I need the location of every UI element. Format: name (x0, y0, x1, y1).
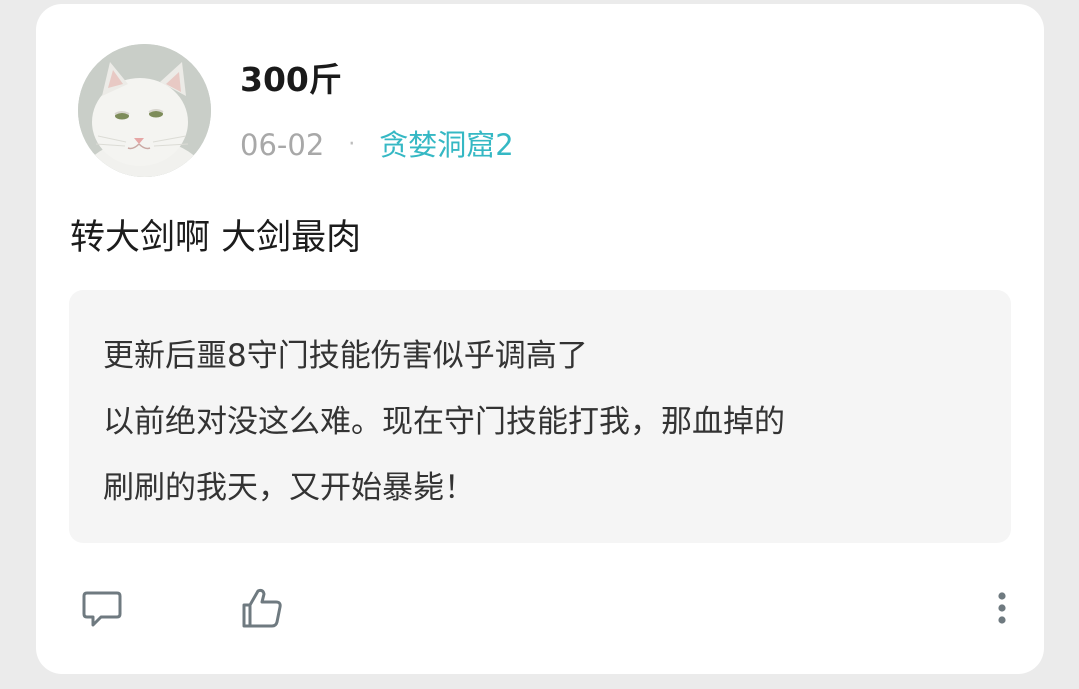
comment-button[interactable] (78, 584, 126, 632)
username[interactable]: 300斤 (240, 60, 342, 100)
thumbs-up-icon (242, 588, 282, 628)
quote-line: 以前绝对没这么难。现在守门技能打我，那血掉的 (103, 404, 785, 440)
more-options-button[interactable] (978, 584, 1026, 632)
quote-line: 更新后噩8守门技能伤害似乎调高了 (103, 338, 588, 374)
quoted-post[interactable]: 更新后噩8守门技能伤害似乎调高了 以前绝对没这么难。现在守门技能打我，那血掉的 … (69, 290, 1011, 543)
post-content: 转大剑啊 大剑最肉 (70, 218, 362, 258)
group-link[interactable]: 贪婪洞窟2 (379, 125, 513, 165)
more-vertical-icon (998, 592, 1006, 624)
meta-separator: · (348, 132, 356, 157)
cat-avatar-image (78, 44, 211, 177)
quote-line: 刷刷的我天，又开始暴毙！ (103, 470, 475, 506)
post-date: 06-02 (240, 128, 325, 162)
post-card: 300斤 06-02 · 贪婪洞窟2 转大剑啊 大剑最肉 更新后噩8守门技能伤害… (36, 4, 1044, 674)
like-button[interactable] (238, 584, 286, 632)
comment-icon (82, 591, 122, 627)
post-meta: 06-02 · 贪婪洞窟2 (240, 125, 514, 165)
avatar[interactable] (78, 44, 211, 177)
